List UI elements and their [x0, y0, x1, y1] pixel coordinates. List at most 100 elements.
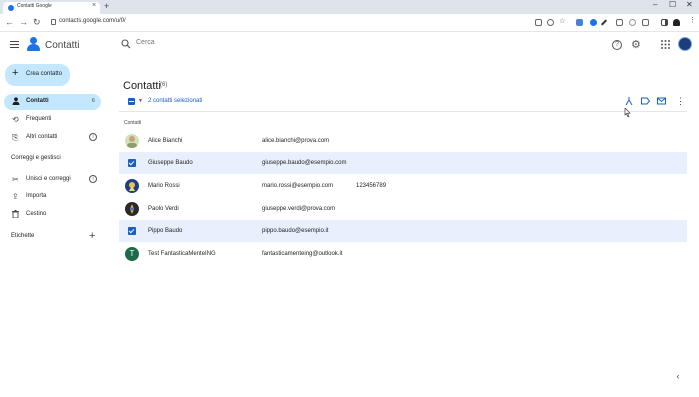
row-checkbox[interactable]	[128, 227, 136, 235]
sidebar-item-import[interactable]: ⇪ Importa	[4, 189, 101, 205]
import-icon: ⇪	[12, 192, 19, 201]
add-label-icon[interactable]: +	[89, 230, 95, 242]
contact-name: Giuseppe Baudo	[148, 160, 193, 166]
sidebar-item-label: Frequenti	[26, 116, 52, 122]
extension-blue-icon[interactable]	[590, 19, 597, 26]
section-fix-manage: Correggi e gestisci	[11, 155, 61, 161]
row-checkbox[interactable]	[128, 159, 136, 167]
tab-close-icon[interactable]: ×	[92, 2, 96, 9]
person-add-icon: ⎘	[12, 133, 19, 142]
photo-avatar	[125, 179, 139, 193]
main-menu-icon[interactable]	[10, 41, 19, 50]
table-row[interactable]: Giuseppe Baudo giuseppe.baudo@esempio.co…	[119, 152, 687, 174]
selection-dropdown-icon[interactable]: ▼	[138, 98, 143, 104]
photo-avatar	[125, 134, 139, 148]
browser-toolbar: ← → ↻ contacts.google.com/u/0/ ☆ ⋮	[0, 14, 699, 32]
sidebar-item-other-contacts[interactable]: ⎘ Altri contatti i	[4, 130, 101, 146]
contacts-logo-icon	[27, 37, 41, 51]
contact-email: giuseppe.baudo@esempio.com	[262, 160, 347, 166]
more-actions-icon[interactable]: ⋮	[676, 96, 685, 107]
sidebar-item-label: Unisci e correggi	[26, 176, 71, 182]
sidebar-item-label: Importa	[26, 193, 47, 199]
contact-email: pippo.baudo@esempio.it	[262, 228, 329, 234]
table-row[interactable]: Pippo Baudo pippo.baudo@esempio.it	[119, 220, 687, 242]
pen-extension-icon[interactable]	[600, 19, 608, 26]
back-icon[interactable]: ←	[5, 17, 14, 27]
trash-icon	[12, 210, 19, 220]
list-header: Contatti	[124, 120, 142, 126]
letter-avatar: T	[125, 247, 139, 261]
translate-extension-icon[interactable]	[576, 19, 583, 26]
contact-name: Mario Rossi	[148, 183, 180, 189]
contact-phone: 123456789	[356, 183, 387, 189]
account-avatar[interactable]	[678, 37, 692, 51]
merge-icon: ✂	[12, 175, 19, 184]
info-icon[interactable]: i	[89, 175, 97, 183]
side-panel-icon[interactable]	[661, 19, 668, 26]
extension-cloud-icon[interactable]	[629, 19, 636, 26]
help-icon[interactable]: ?	[612, 40, 622, 50]
label-icon[interactable]	[641, 97, 650, 105]
collapse-panel-icon[interactable]: ‹	[671, 369, 685, 383]
table-row[interactable]: T Test FantasticaMenteING fantasticament…	[119, 243, 687, 265]
create-contact-label: Crea contatto	[26, 71, 63, 77]
sidebar-item-contacts[interactable]: Contatti 6	[4, 94, 101, 110]
create-contact-button[interactable]: + Crea contatto	[5, 64, 70, 86]
merge-contacts-icon[interactable]	[625, 97, 633, 105]
contacts-favicon-icon	[8, 5, 14, 11]
contact-name: Pippo Baudo	[148, 228, 183, 234]
settings-icon[interactable]: ⚙	[631, 38, 641, 51]
table-row[interactable]: Paolo Verdi giuseppe.verdi@prova.com	[119, 198, 687, 220]
contact-email: mario.rossi@esempio.com	[262, 183, 334, 189]
forward-icon[interactable]: →	[19, 17, 28, 27]
profile-icon[interactable]	[673, 19, 680, 26]
sidebar-item-label: Cestino	[26, 211, 47, 217]
reload-icon[interactable]: ↻	[33, 17, 41, 28]
plus-icon: +	[12, 67, 19, 79]
sidebar-item-label: Contatti	[26, 98, 49, 104]
history-icon: ⟲	[12, 115, 19, 124]
table-row[interactable]: Alice Bianchi alice.bianchi@prova.com	[119, 130, 687, 152]
browser-menu-icon[interactable]: ⋮	[689, 16, 696, 24]
app-title: Contatti	[45, 40, 80, 51]
selection-count-text: 2 contatti selezionati	[148, 98, 203, 104]
contact-email: giuseppe.verdi@prova.com	[262, 206, 336, 212]
minimize-icon[interactable]: –	[653, 0, 657, 9]
google-apps-icon[interactable]	[661, 40, 670, 49]
divider	[119, 111, 687, 112]
table-row[interactable]: Mario Rossi mario.rossi@esempio.com 1234…	[119, 175, 687, 197]
email-icon[interactable]	[657, 97, 666, 105]
section-labels: Etichette	[11, 233, 35, 239]
photo-avatar	[125, 202, 139, 216]
info-icon[interactable]: i	[89, 133, 97, 141]
contacts-total-count: (6)	[160, 82, 168, 88]
sidebar-item-trash[interactable]: Cestino	[4, 207, 101, 223]
mouse-cursor-icon	[624, 108, 631, 118]
sidebar-item-merge[interactable]: ✂ Unisci e correggi i	[4, 172, 101, 188]
page-title: Contatti	[123, 80, 161, 92]
contact-email: fantasticamenteing@outlook.it	[262, 251, 343, 257]
maximize-icon[interactable]: ☐	[669, 0, 676, 9]
select-all-checkbox[interactable]	[128, 98, 135, 105]
tab-title: Contatti Google	[17, 3, 52, 9]
contact-name: Paolo Verdi	[148, 206, 179, 212]
cast-icon[interactable]	[535, 19, 542, 26]
url-text[interactable]: contacts.google.com/u/0/	[59, 18, 126, 24]
contact-email: alice.bianchi@prova.com	[262, 138, 330, 144]
person-icon	[12, 97, 20, 107]
new-tab-icon[interactable]: +	[104, 1, 109, 11]
browser-tab-bar: Contatti Google × + – ☐ ✕	[0, 0, 699, 14]
contact-name: Test FantasticaMenteING	[148, 251, 216, 257]
extensions-puzzle-icon[interactable]	[642, 19, 649, 26]
sidebar-item-frequent[interactable]: ⟲ Frequenti	[4, 112, 101, 128]
window-close-icon[interactable]: ✕	[686, 0, 693, 9]
search-icon[interactable]	[121, 39, 131, 49]
sidebar-item-label: Altri contatti	[26, 134, 58, 140]
contact-name: Alice Bianchi	[148, 138, 183, 144]
zoom-icon[interactable]	[547, 19, 554, 26]
site-info-icon[interactable]	[51, 19, 56, 25]
browser-tab[interactable]: Contatti Google ×	[3, 2, 100, 14]
bookmark-star-icon[interactable]: ☆	[559, 17, 566, 25]
extension-icon[interactable]	[616, 19, 623, 26]
search-input[interactable]	[136, 39, 436, 46]
